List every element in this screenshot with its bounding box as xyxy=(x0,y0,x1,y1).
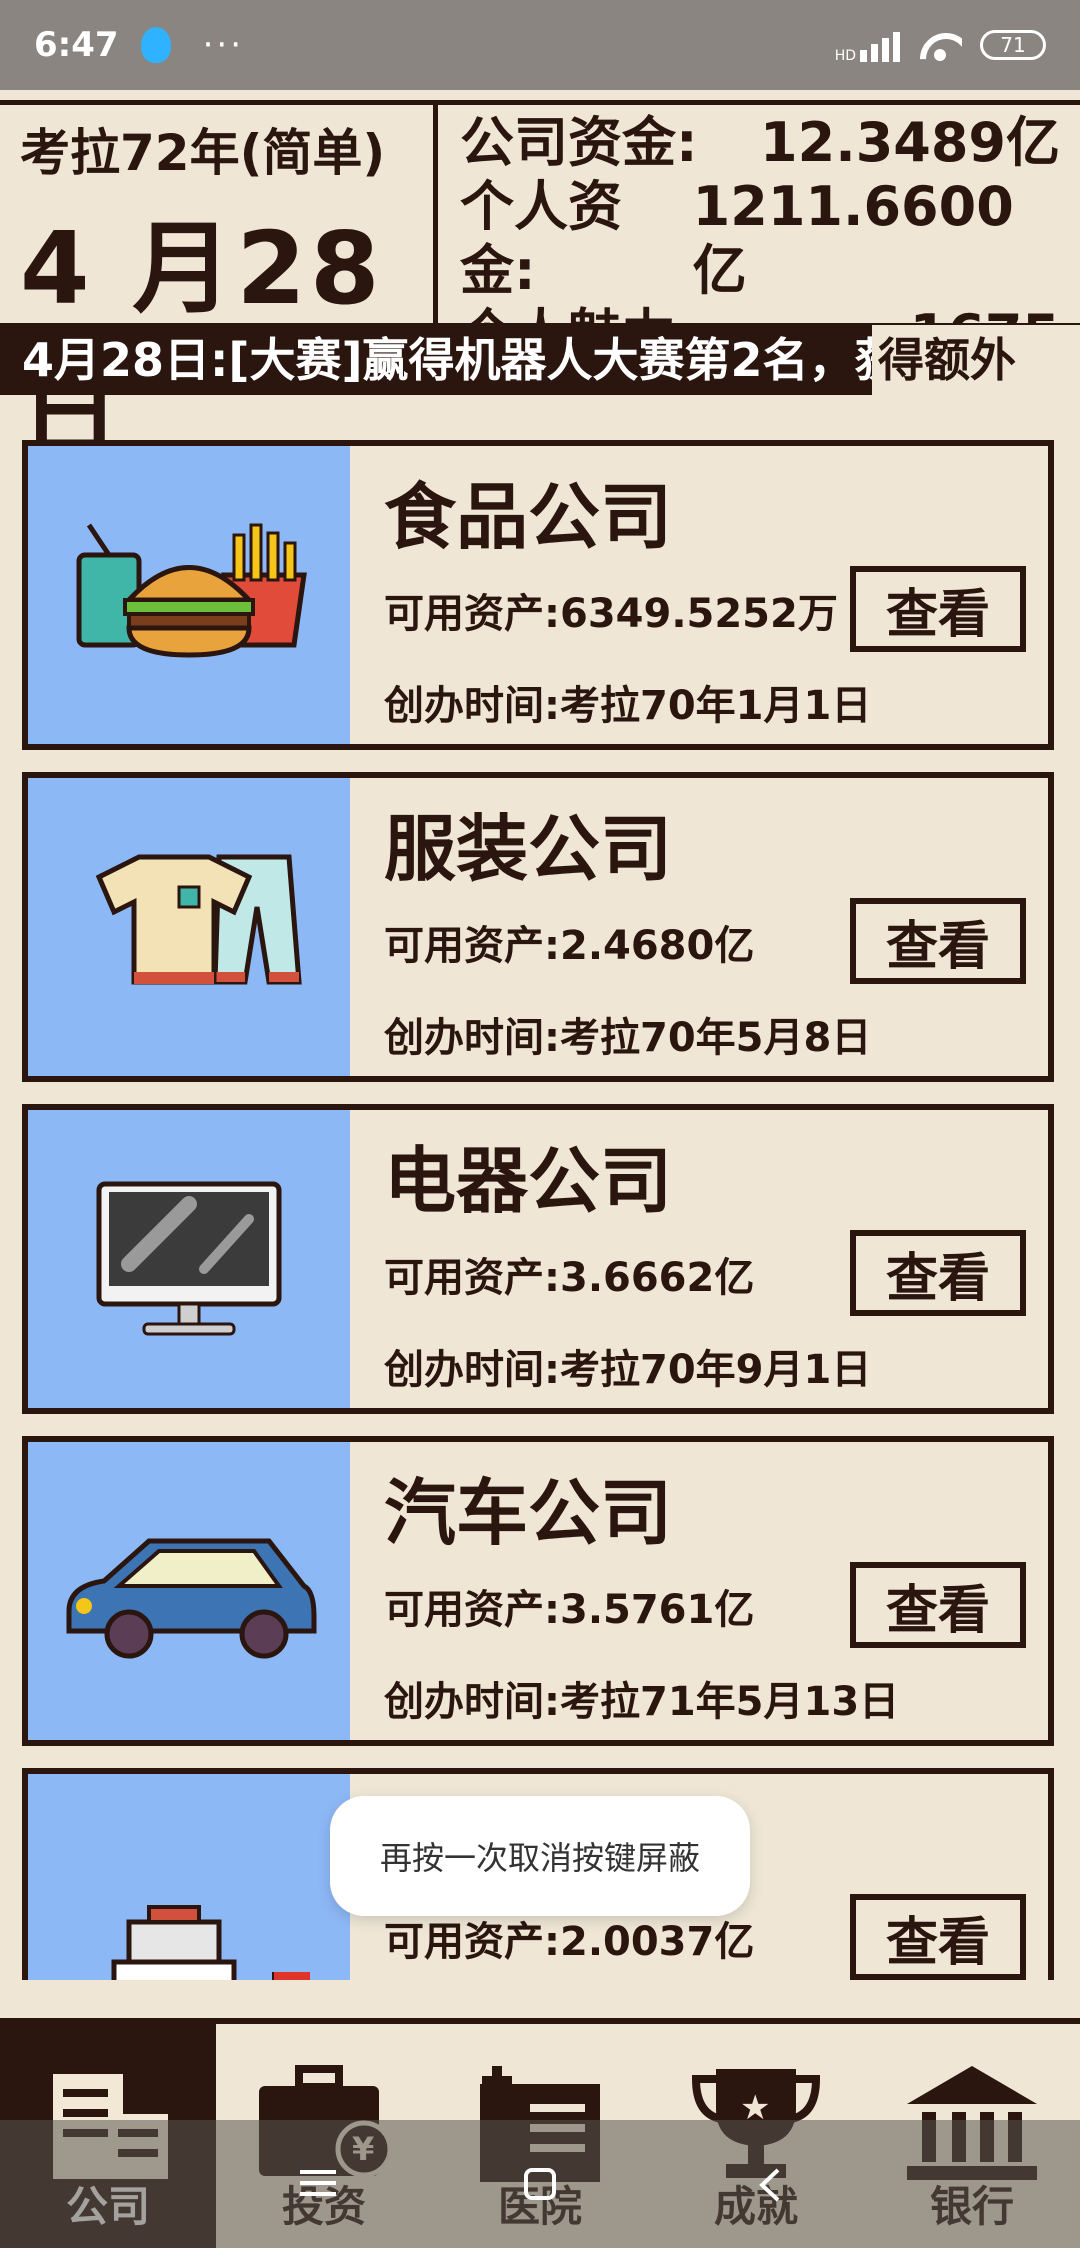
company-card-auto: 汽车公司 可用资产:3.5761亿 创办时间:考拉71年5月13日 查看 xyxy=(22,1436,1054,1746)
company-funds-row: 公司资金: 12.3489亿 xyxy=(460,111,1060,175)
signal-icon xyxy=(860,28,900,62)
company-image xyxy=(28,446,350,744)
burger-fries-icon xyxy=(76,523,307,658)
view-button[interactable]: 查看 xyxy=(850,898,1026,984)
company-card-food: 食品公司 可用资产:6349.5252万 创办时间:考拉70年1月1日 查看 xyxy=(22,440,1054,750)
ticker-text: 4月28日:[大赛]赢得机器人大赛第2名，获 xyxy=(22,333,901,387)
view-button[interactable]: 查看 xyxy=(850,566,1026,652)
qq-notification-icon xyxy=(140,27,171,63)
ship-icon: ★ xyxy=(111,1905,310,1980)
back-key-icon[interactable] xyxy=(758,2168,782,2206)
wifi-icon xyxy=(918,29,962,61)
news-ticker: 4月28日:[大赛]赢得机器人大赛第2名，获 得额外 xyxy=(0,325,1080,395)
company-info: 汽车公司 可用资产:3.5761亿 创办时间:考拉71年5月13日 查看 xyxy=(350,1442,1048,1740)
company-name: 汽车公司 xyxy=(384,1471,673,1555)
company-founded: 创办时间:考拉70年1月1日 xyxy=(384,683,872,729)
svg-text:★: ★ xyxy=(281,1977,292,1980)
date-panel: 考拉72年(简单) 4 月28 日 xyxy=(0,100,438,472)
game-header: 考拉72年(简单) 4 月28 日 公司资金: 12.3489亿 个人资金: 1… xyxy=(0,100,1080,472)
company-founded: 创办时间:考拉71年5月13日 xyxy=(384,1679,900,1725)
company-name: 电器公司 xyxy=(384,1139,673,1223)
company-name: 食品公司 xyxy=(384,475,673,559)
more-notifications-icon: ··· xyxy=(202,25,245,65)
view-button[interactable]: 查看 xyxy=(850,1230,1026,1316)
company-founded: 创办时间:考拉70年9月1日 xyxy=(384,1347,872,1393)
shirt-pants-icon xyxy=(95,854,302,985)
company-funds-label: 公司资金: xyxy=(460,111,698,174)
company-list[interactable]: 食品公司 可用资产:6349.5252万 创办时间:考拉70年1月1日 查看 服… xyxy=(0,440,1080,1980)
company-card-appliance: 电器公司 可用资产:3.6662亿 创办时间:考拉70年9月1日 查看 xyxy=(22,1104,1054,1414)
hd-label: HD xyxy=(834,48,856,64)
company-image xyxy=(28,778,350,1076)
company-card-clothing: 服装公司 可用资产:2.4680亿 创办时间:考拉70年5月8日 查看 xyxy=(22,772,1054,1082)
view-button[interactable]: 查看 xyxy=(850,1894,1026,1980)
funds-panel: 公司资金: 12.3489亿 个人资金: 1211.6600亿 个人魅力: 16… xyxy=(438,100,1080,366)
company-name: 服装公司 xyxy=(384,807,673,891)
company-funds-value: 12.3489亿 xyxy=(760,111,1060,174)
personal-funds-row: 个人资金: 1211.6600亿 xyxy=(460,175,1060,303)
status-bar: 6:47 ··· HD 71 xyxy=(0,0,1080,90)
battery-icon: 71 xyxy=(980,30,1046,60)
view-button[interactable]: 查看 xyxy=(850,1562,1026,1648)
car-icon xyxy=(66,1538,317,1659)
company-image xyxy=(28,1110,350,1408)
status-right: HD 71 xyxy=(835,26,1046,64)
ticker-text-overflow: 得额外 xyxy=(872,325,1080,395)
company-founded: 创办时间:考拉70年5月8日 xyxy=(384,1015,872,1061)
company-info: 电器公司 可用资产:3.6662亿 创办时间:考拉70年9月1日 查看 xyxy=(350,1110,1048,1408)
personal-funds-label: 个人资金: xyxy=(460,175,622,302)
toast-message: 再按一次取消按键屏蔽 xyxy=(330,1796,750,1916)
company-image xyxy=(28,1442,350,1740)
menu-key-icon[interactable] xyxy=(300,2168,336,2202)
status-time: 6:47 xyxy=(34,25,119,65)
company-info: 服装公司 可用资产:2.4680亿 创办时间:考拉70年5月8日 查看 xyxy=(350,778,1048,1076)
home-key-icon[interactable] xyxy=(524,2168,556,2204)
company-image: ★ xyxy=(28,1774,350,1980)
personal-funds-value: 1211.6600亿 xyxy=(692,175,1014,302)
year-label: 考拉72年(简单) xyxy=(20,124,386,182)
company-info: 食品公司 可用资产:6349.5252万 创办时间:考拉70年1月1日 查看 xyxy=(350,446,1048,744)
monitor-icon xyxy=(96,1181,282,1336)
